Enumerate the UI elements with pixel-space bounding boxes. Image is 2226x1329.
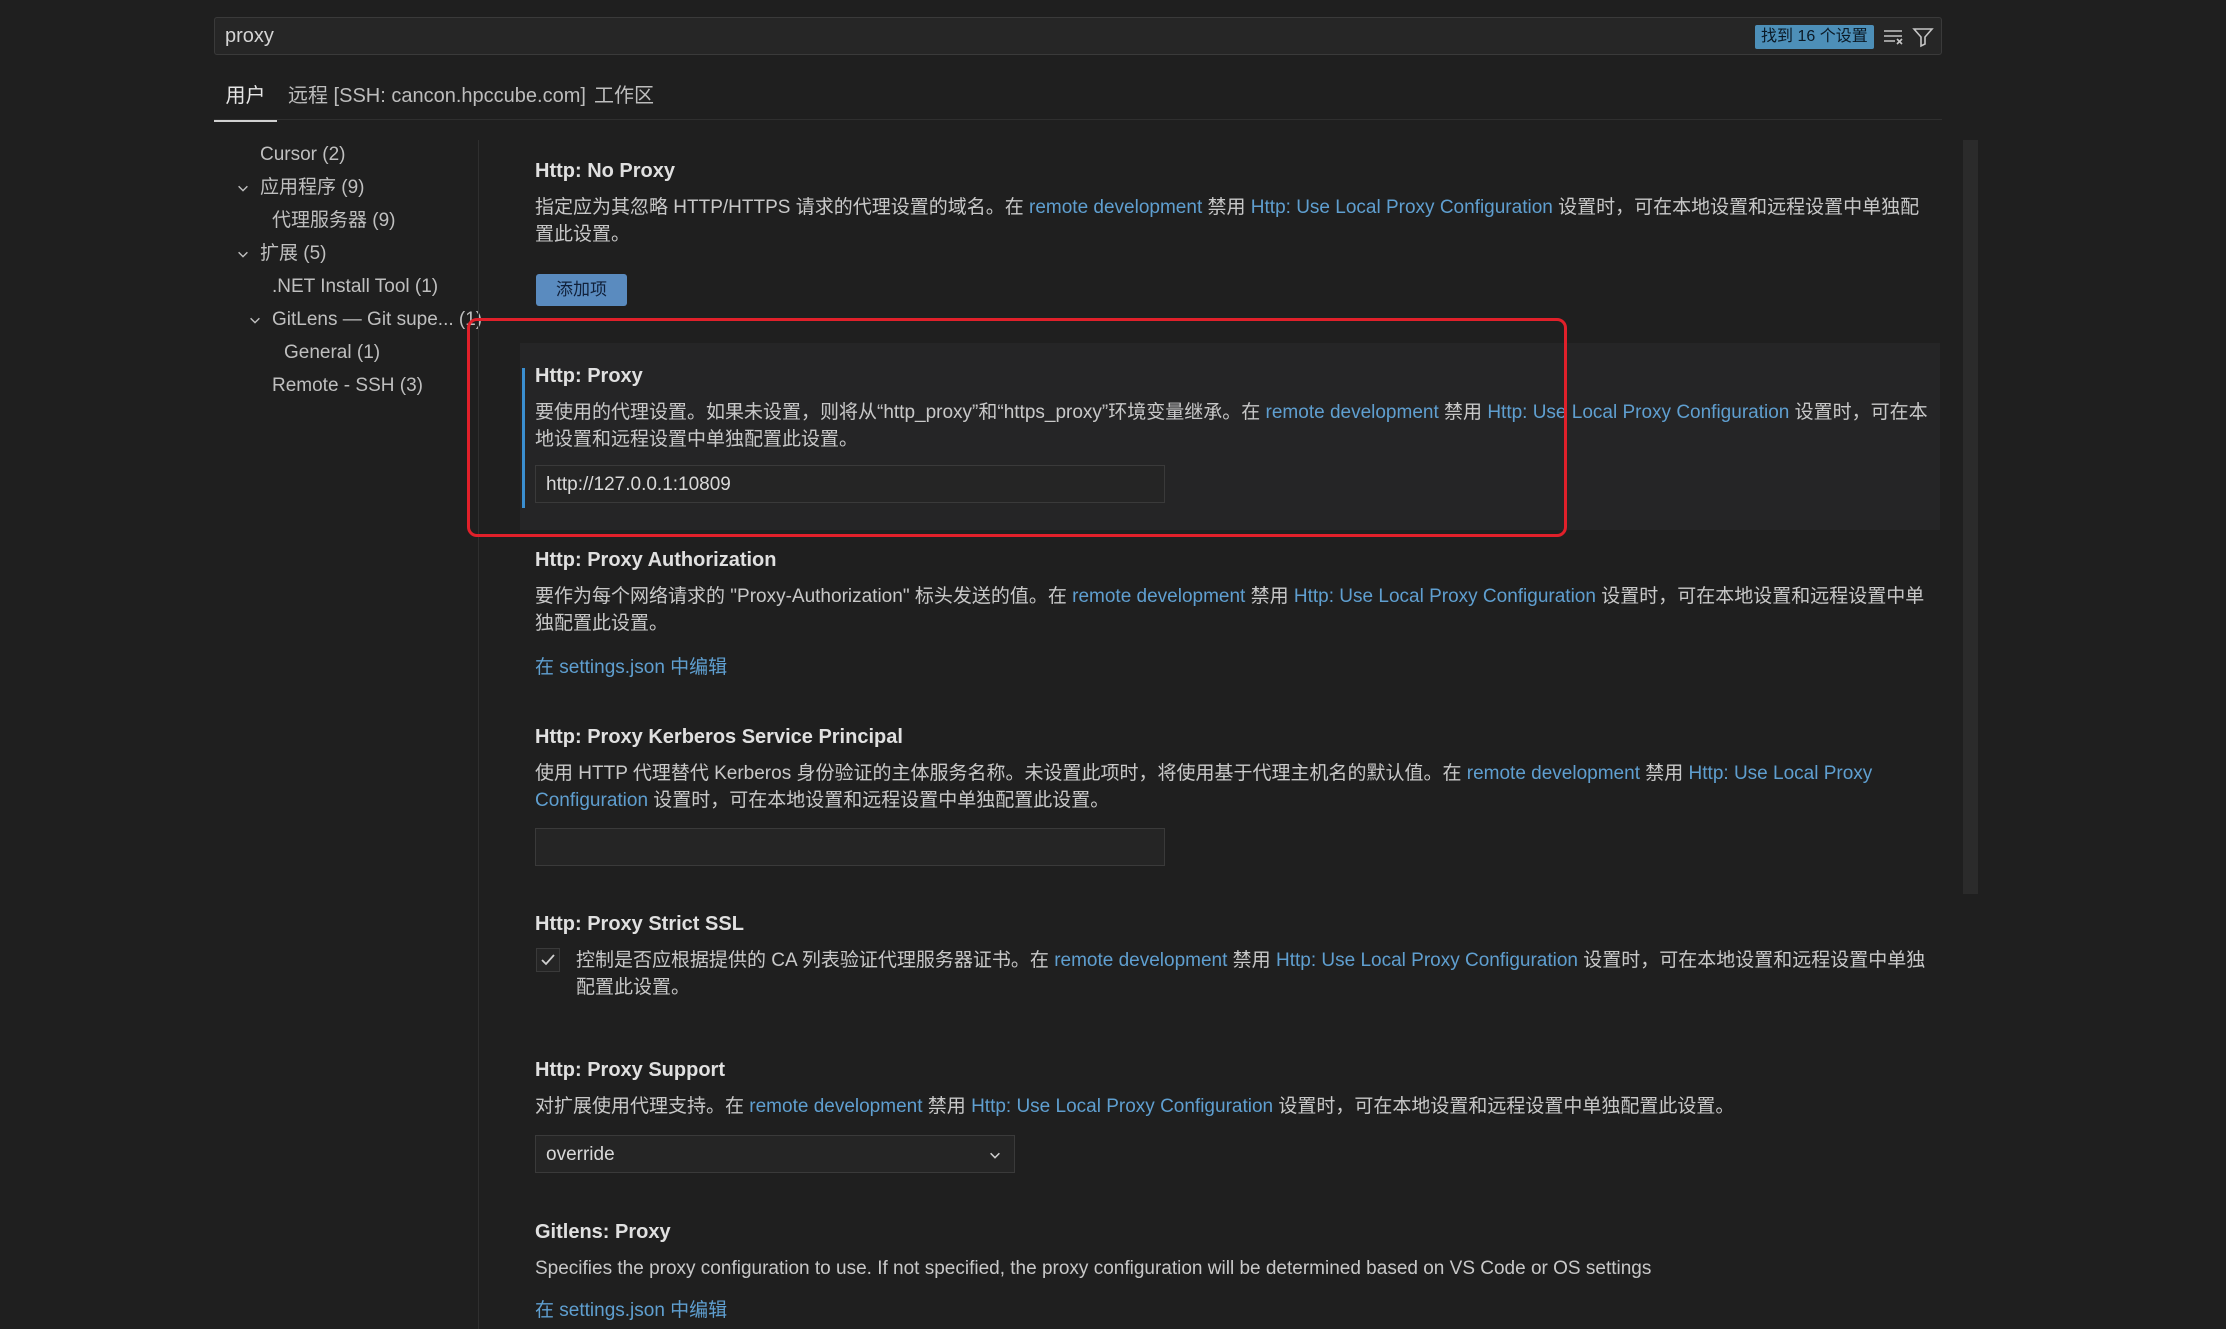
toc-item-remote-ssh[interactable]: Remote - SSH (3): [272, 371, 423, 401]
setting-description: 对扩展使用代理支持。在 remote development 禁用 Http: …: [535, 1096, 1735, 1117]
tab-user[interactable]: 用户: [214, 80, 277, 122]
tab-remote[interactable]: 远程 [SSH: cancon.hpccube.com]: [288, 80, 586, 120]
remote-development-link[interactable]: remote development: [749, 1096, 922, 1117]
setting-description: 控制是否应根据提供的 CA 列表验证代理服务器证书。在 remote devel…: [576, 950, 1926, 998]
remote-development-link[interactable]: remote development: [1054, 950, 1227, 971]
settings-search-bar: 找到 16 个设置: [214, 17, 1942, 55]
chevron-down-icon: [250, 317, 260, 324]
use-local-proxy-config-link[interactable]: Http: Use Local Proxy Configuration: [1251, 197, 1553, 218]
setting-title: Http: Proxy Support: [535, 1059, 725, 1081]
chevron-down-icon: [238, 185, 248, 192]
setting-proxy-strict-ssl: Http: Proxy Strict SSL 控制是否应根据提供的 CA 列表验…: [520, 905, 1940, 1025]
use-local-proxy-config-link[interactable]: Http: Use Local Proxy Configuration: [1294, 586, 1596, 607]
toc-item-cursor[interactable]: Cursor (2): [260, 140, 346, 170]
toc-item-label: GitLens — Git supe... (1): [272, 309, 483, 330]
setting-title: Http: Proxy: [535, 365, 643, 387]
chevron-down-icon: [990, 1152, 1000, 1159]
remote-development-link[interactable]: remote development: [1266, 402, 1439, 423]
edit-in-settings-json-link[interactable]: 在 settings.json 中编辑: [535, 1295, 727, 1322]
setting-title: Http: Proxy Kerberos Service Principal: [535, 726, 903, 748]
toc-item-label: 代理服务器 (9): [272, 210, 396, 231]
setting-proxy-support: Http: Proxy Support 对扩展使用代理支持。在 remote d…: [520, 1055, 1940, 1175]
toc-item-label: Remote - SSH (3): [272, 375, 423, 396]
remote-development-link[interactable]: remote development: [1467, 763, 1640, 784]
toc-divider: [478, 140, 479, 1329]
setting-proxy-kerberos: Http: Proxy Kerberos Service Principal 使…: [520, 720, 1940, 870]
proxy-url-input[interactable]: http://127.0.0.1:10809: [535, 465, 1165, 503]
toc-item-label: General (1): [284, 342, 381, 363]
filter-icon[interactable]: [1911, 25, 1937, 49]
use-local-proxy-config-link[interactable]: Http: Use Local Proxy Configuration: [1276, 950, 1578, 971]
edit-in-settings-json-link[interactable]: 在 settings.json 中编辑: [535, 652, 727, 679]
toc-item-gitlens[interactable]: GitLens — Git supe... (1): [248, 305, 482, 335]
add-item-button[interactable]: 添加项: [536, 274, 627, 306]
settings-search-input[interactable]: [225, 18, 1725, 54]
kerberos-principal-input[interactable]: [535, 828, 1165, 866]
toc-item-general[interactable]: General (1): [284, 338, 380, 368]
settings-scrollbar[interactable]: [1963, 140, 1978, 894]
setting-title: Gitlens: Proxy: [535, 1221, 671, 1243]
use-local-proxy-config-link[interactable]: Http: Use Local Proxy Configuration: [971, 1096, 1273, 1117]
setting-description: 要作为每个网络请求的 "Proxy-Authorization" 标头发送的值。…: [535, 586, 1925, 634]
check-icon: [541, 954, 555, 966]
toc-item-label: 扩展 (5): [260, 243, 327, 264]
setting-title: Http: No Proxy: [535, 160, 675, 182]
toc-item-label: Cursor (2): [260, 144, 346, 165]
setting-title: Http: Proxy Strict SSL: [535, 913, 744, 935]
selected-value: override: [546, 1144, 615, 1165]
toc-item-label: 应用程序 (9): [260, 177, 365, 198]
tab-workspace[interactable]: 工作区: [594, 80, 654, 120]
setting-description: 要使用的代理设置。如果未设置，则将从“http_proxy”和“https_pr…: [535, 402, 1928, 450]
toc-item-label: .NET Install Tool (1): [272, 276, 439, 297]
result-count-badge: 找到 16 个设置: [1755, 25, 1874, 49]
setting-title: Http: Proxy Authorization: [535, 549, 777, 571]
setting-description: Specifies the proxy configuration to use…: [535, 1258, 1652, 1279]
setting-description: 使用 HTTP 代理替代 Kerberos 身份验证的主体服务名称。未设置此项时…: [535, 763, 1873, 811]
proxy-support-select[interactable]: override: [535, 1135, 1015, 1173]
toc-item-application[interactable]: 应用程序 (9): [236, 173, 365, 203]
setting-no-proxy: Http: No Proxy 指定应为其忽略 HTTP/HTTPS 请求的代理设…: [520, 150, 1940, 320]
setting-proxy: Http: Proxy 要使用的代理设置。如果未设置，则将从“http_prox…: [520, 343, 1940, 530]
chevron-down-icon: [238, 251, 248, 258]
use-local-proxy-config-link[interactable]: Http: Use Local Proxy Configuration: [1487, 402, 1789, 423]
clear-filter-icon[interactable]: [1881, 25, 1907, 49]
tab-divider: [214, 119, 1942, 120]
toc-item-proxy-server[interactable]: 代理服务器 (9): [272, 206, 396, 236]
setting-proxy-authorization: Http: Proxy Authorization 要作为每个网络请求的 "Pr…: [520, 545, 1940, 695]
remote-development-link[interactable]: remote development: [1072, 586, 1245, 607]
setting-description: 指定应为其忽略 HTTP/HTTPS 请求的代理设置的域名。在 remote d…: [535, 197, 1920, 245]
remote-development-link[interactable]: remote development: [1029, 197, 1202, 218]
setting-gitlens-proxy: Gitlens: Proxy Specifies the proxy confi…: [520, 1215, 1940, 1329]
toc-item-dotnet-install-tool[interactable]: .NET Install Tool (1): [272, 272, 438, 302]
toc-item-extensions[interactable]: 扩展 (5): [236, 239, 327, 269]
strict-ssl-checkbox[interactable]: [536, 948, 560, 972]
focus-indicator: [522, 368, 525, 508]
